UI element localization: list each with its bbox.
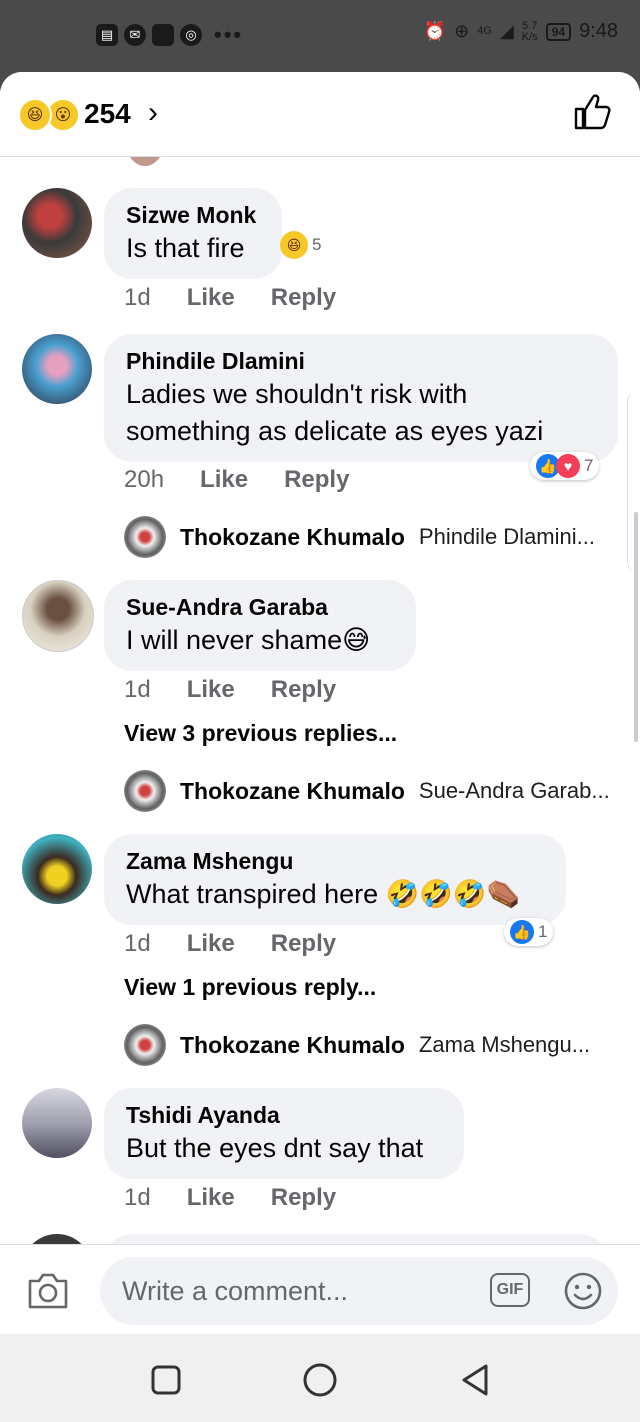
reply-author[interactable]: Thokozane Khumalo — [180, 1032, 405, 1059]
reply-button[interactable]: Reply — [271, 676, 336, 704]
comment-text-line: something as delicate as eyes yazi — [126, 416, 544, 446]
scrollbar[interactable] — [634, 512, 638, 742]
network-type: 4G — [477, 25, 492, 37]
reply-snippet: Zama Mshengu... — [418, 1032, 591, 1057]
comment-bubble[interactable]: Tshidi Ayanda But the eyes dnt say that — [104, 1088, 464, 1179]
notification-app-icon: ▤ — [96, 24, 118, 46]
like-button[interactable]: Like — [200, 466, 248, 494]
reply-button[interactable]: Reply — [284, 466, 349, 494]
avatar[interactable] — [22, 188, 92, 258]
like-button[interactable]: Like — [187, 930, 235, 958]
avatar[interactable] — [22, 334, 92, 404]
comment-time: 1d — [124, 1184, 151, 1211]
reply-button[interactable]: Reply — [271, 930, 336, 958]
reaction-count: 1 — [538, 922, 548, 941]
alarm-icon: ⏰ — [423, 21, 447, 41]
comment-actions: 20h Like Reply — [124, 466, 349, 494]
reply-preview[interactable]: Thokozane Khumalo Zama Mshengu... — [124, 1024, 590, 1066]
reaction-count: 5 — [312, 235, 322, 254]
like-button[interactable]: Like — [187, 676, 235, 704]
comment-time: 1d — [124, 284, 151, 311]
reply-preview[interactable]: Thokozane Khumalo Sue-Andra Garab... — [124, 770, 610, 812]
reply-avatar[interactable] — [124, 770, 166, 812]
comment-author[interactable]: Tshidi Ayanda — [126, 1100, 442, 1130]
chrome-icon: ◎ — [180, 24, 202, 46]
comment-text: But the eyes dnt say that — [126, 1133, 424, 1163]
comment-composer: GIF — [0, 1244, 640, 1334]
comment-list[interactable]: Sizwe Monk Is that fire 😆 5 1d Like Repl… — [0, 106, 640, 1304]
system-navigation-bar — [0, 1334, 640, 1422]
back-icon[interactable] — [456, 1360, 496, 1400]
more-notifications: ••• — [214, 22, 244, 47]
reaction-icons: 😆 😮 — [18, 98, 80, 132]
comment-time: 20h — [124, 466, 165, 493]
like-reaction-icon: 👍 — [510, 920, 534, 944]
reactions-header[interactable]: 😆 😮 254 › — [0, 72, 640, 157]
reaction-summary[interactable]: 👍 ♥ 7 — [530, 452, 600, 480]
reaction-summary[interactable]: 😆 5 — [274, 229, 327, 261]
signal-icon: ◢ — [499, 21, 514, 41]
comment-author[interactable]: Sizwe Monk — [126, 200, 260, 230]
comment-author[interactable]: Sue-Andra Garaba — [126, 592, 394, 622]
view-previous-replies[interactable]: View 3 previous replies... — [124, 720, 397, 747]
camera-icon[interactable] — [26, 1271, 70, 1311]
comment-time: 1d — [124, 930, 151, 957]
battery-indicator: 94 — [545, 22, 572, 41]
comment-bubble[interactable]: Phindile Dlamini Ladies we shouldn't ris… — [104, 334, 618, 462]
comment-bubble[interactable]: Zama Mshengu What transpired here 🤣🤣🤣⚰️ — [104, 834, 566, 925]
avatar[interactable] — [22, 580, 94, 652]
comment-actions: 1d Like Reply — [124, 284, 336, 312]
comment-actions: 1d Like Reply — [124, 930, 336, 958]
laughing-emoji-icon: 😆 — [18, 98, 52, 132]
comment-actions: 1d Like Reply — [124, 676, 336, 704]
reply-author[interactable]: Thokozane Khumalo — [180, 524, 405, 551]
status-bar: ▤ ✉ ◎ ••• ⏰ ⊕ 4G ◢ 5.7 K/s 94 9:48 — [0, 0, 640, 72]
view-previous-replies[interactable]: View 1 previous reply... — [124, 974, 376, 1001]
comment-text: Is that fire — [126, 233, 245, 263]
comment-text: I will never shame😅 — [126, 625, 371, 655]
comment-input[interactable] — [100, 1257, 618, 1325]
notification-icons: ▤ ✉ ◎ ••• — [96, 22, 243, 48]
comment-text: What transpired here 🤣🤣🤣⚰️ — [126, 879, 521, 909]
chevron-right-icon[interactable]: › — [148, 96, 158, 130]
reaction-count: 7 — [584, 456, 594, 475]
avatar[interactable] — [22, 834, 92, 904]
like-thumb-icon[interactable] — [572, 92, 612, 132]
comment-author[interactable]: Phindile Dlamini — [126, 346, 596, 376]
like-button[interactable]: Like — [187, 284, 235, 312]
reply-snippet: Sue-Andra Garab... — [418, 778, 610, 803]
comment-text-line: Ladies we shouldn't risk with — [126, 379, 468, 409]
reaction-summary[interactable]: 👍 1 — [504, 918, 554, 946]
recent-apps-icon[interactable] — [146, 1360, 186, 1400]
messenger-icon: ✉ — [124, 24, 146, 46]
reaction-count[interactable]: 254 — [84, 98, 131, 130]
avatar[interactable] — [22, 1088, 92, 1158]
emoji-smiley-icon[interactable] — [563, 1271, 603, 1311]
reply-snippet: Phindile Dlamini... — [418, 524, 595, 549]
comment-actions: 1d Like Reply — [124, 1184, 336, 1212]
reply-button[interactable]: Reply — [271, 284, 336, 312]
love-reaction-icon: ♥ — [556, 454, 580, 478]
comment-bubble[interactable]: Sue-Andra Garaba I will never shame😅 — [104, 580, 416, 671]
system-icons: ⏰ ⊕ 4G ◢ 5.7 K/s 94 9:48 — [424, 20, 618, 43]
home-icon[interactable] — [300, 1360, 340, 1400]
data-saver-icon: ⊕ — [454, 21, 470, 41]
reply-avatar[interactable] — [124, 1024, 166, 1066]
like-button[interactable]: Like — [187, 1184, 235, 1212]
network-speed: 5.7 K/s — [521, 19, 538, 43]
clock: 9:48 — [579, 20, 618, 42]
comment-author[interactable]: Zama Mshengu — [126, 846, 544, 876]
reply-button[interactable]: Reply — [271, 1184, 336, 1212]
comments-sheet: 😆 😮 254 › Sizwe Monk Is that fire 😆 5 1d… — [0, 72, 640, 1334]
comment-bubble[interactable]: Sizwe Monk Is that fire — [104, 188, 282, 279]
haha-icon: 😆 — [280, 231, 308, 259]
reply-avatar[interactable] — [124, 516, 166, 558]
comment-time: 1d — [124, 676, 151, 703]
reply-preview[interactable]: Thokozane Khumalo Phindile Dlamini... — [124, 516, 595, 558]
reply-author[interactable]: Thokozane Khumalo — [180, 778, 405, 805]
square-app-icon — [152, 24, 174, 46]
gif-button[interactable]: GIF — [490, 1273, 530, 1307]
